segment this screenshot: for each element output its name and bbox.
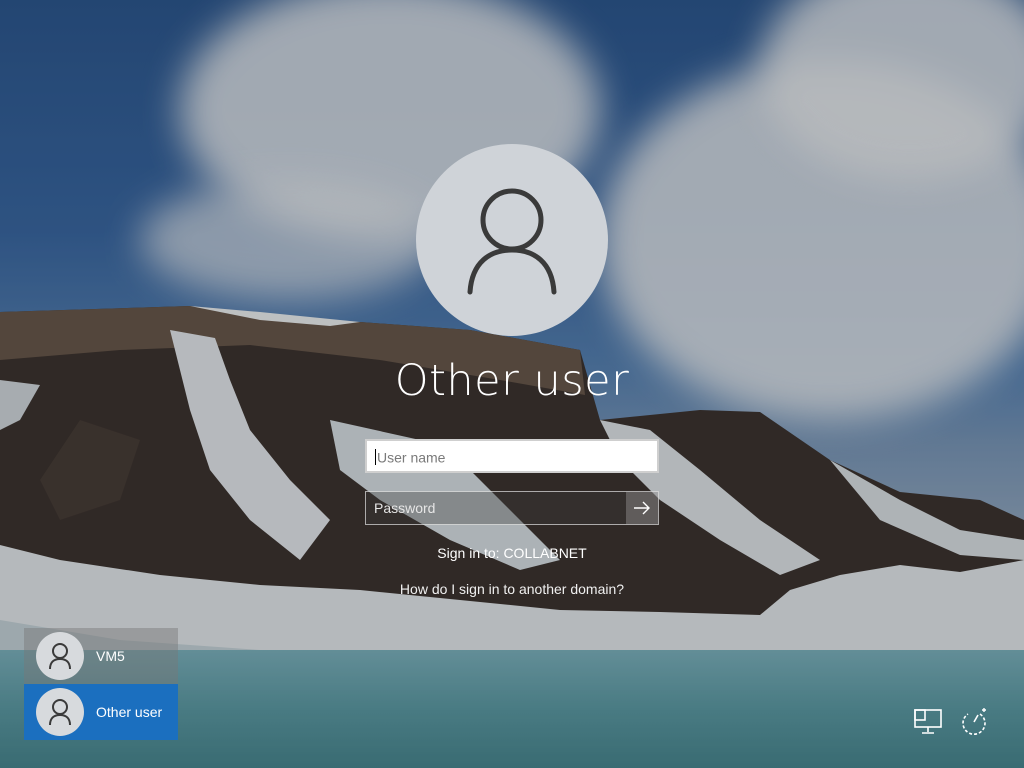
network-icon: [914, 709, 942, 734]
text-caret: [375, 449, 376, 466]
power-icon: [962, 708, 986, 735]
arrow-right-icon: [634, 501, 650, 515]
user-tile-vm5[interactable]: VM5: [24, 628, 178, 684]
user-icon: [467, 188, 557, 295]
user-avatar-large: [416, 144, 608, 336]
network-button[interactable]: [912, 706, 944, 738]
user-tile-other-user[interactable]: Other user: [24, 684, 178, 740]
power-button[interactable]: [958, 706, 990, 738]
other-domain-link[interactable]: How do I sign in to another domain?: [0, 581, 1024, 597]
user-name: VM5: [96, 648, 125, 664]
user-icon: [49, 699, 71, 726]
selected-user-title: Other user: [394, 356, 630, 406]
user-name: Other user: [96, 704, 163, 720]
username-input[interactable]: User name: [365, 439, 659, 473]
avatar: [36, 688, 84, 736]
sign-in-domain-text: Sign in to: COLLABNET: [437, 545, 587, 561]
user-icon: [49, 643, 71, 670]
password-placeholder: Password: [374, 500, 436, 516]
password-input[interactable]: Password: [365, 491, 659, 525]
avatar: [36, 632, 84, 680]
username-placeholder: User name: [377, 449, 446, 466]
submit-button[interactable]: [626, 492, 658, 524]
